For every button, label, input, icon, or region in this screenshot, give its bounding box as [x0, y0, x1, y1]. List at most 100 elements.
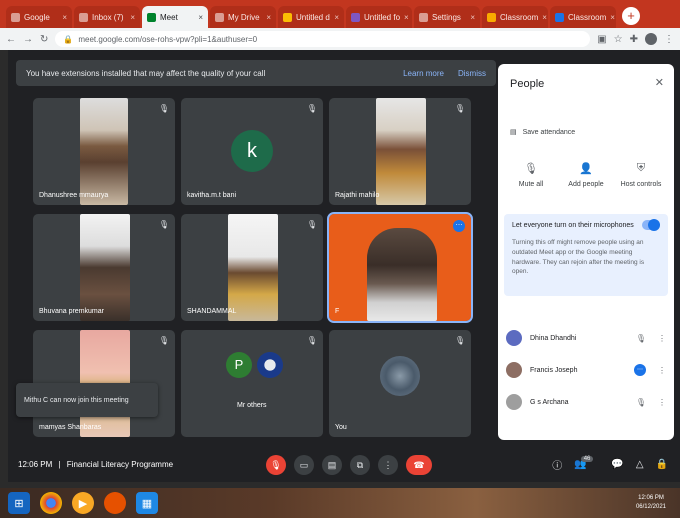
list-item[interactable]: G s Archana 🎙 ⋮: [506, 386, 666, 418]
forward-icon[interactable]: →: [23, 34, 33, 45]
close-tab-icon[interactable]: ×: [198, 13, 203, 22]
meeting-control-bar: 12:06 PM | Financial Literacy Programme …: [8, 447, 680, 482]
participant-name: Dhanushree mmaurya: [39, 192, 109, 199]
participant-video: [80, 98, 128, 205]
firefox-icon[interactable]: [104, 492, 126, 514]
add-people-button[interactable]: 👤 Add people: [563, 162, 609, 188]
close-tab-icon[interactable]: ×: [470, 13, 475, 22]
browser-tab[interactable]: Settings ×: [414, 6, 480, 28]
mute-all-button[interactable]: 🎙 Mute all: [508, 162, 554, 188]
meeting-info: 12:06 PM | Financial Literacy Programme: [18, 460, 174, 469]
system-clock[interactable]: 12:06 PM 06/12/2021: [636, 494, 666, 512]
list-item[interactable]: Francis Joseph ⋯ ⋮: [506, 354, 666, 386]
browser-tab[interactable]: Google ×: [6, 6, 72, 28]
document-icon: ▤: [510, 129, 517, 136]
participant-tile-self[interactable]: 🎙 You: [329, 330, 471, 437]
participant-tile[interactable]: P 🎙 Mr others: [181, 330, 323, 437]
participant-avatar: k: [231, 130, 273, 172]
microphone-toggle[interactable]: [642, 219, 660, 231]
people-panel: People ✕ ▤ Save attendance 🎙 Mute all 👤 Ad…: [498, 64, 674, 440]
participant-tile-active-speaker[interactable]: ⋯ F: [327, 212, 473, 323]
participant-video: [376, 98, 426, 205]
toast-text: Mithu C can now join this meeting: [24, 396, 129, 404]
microphone-permission-card: Let everyone turn on their microphones T…: [504, 214, 668, 296]
close-tab-icon[interactable]: ×: [266, 13, 271, 22]
dismiss-button[interactable]: Dismiss: [458, 69, 486, 78]
panel-actions: 🎙 Mute all 👤 Add people ⛨ Host controls: [508, 162, 664, 188]
list-item[interactable]: Dhina Dhandhi 🎙 ⋮: [506, 322, 666, 354]
chrome-icon[interactable]: [40, 492, 62, 514]
person-add-icon: 👤: [579, 163, 593, 175]
speaking-indicator-icon: ⋯: [453, 220, 465, 232]
participant-name: mamyas Shanbaras: [39, 424, 102, 431]
browser-tab[interactable]: Classroom ×: [482, 6, 548, 28]
info-icon[interactable]: ⓘ: [552, 457, 562, 472]
participant-tile[interactable]: k 🎙 kavitha.m.t bani: [181, 98, 323, 205]
docs-icon: [283, 12, 292, 22]
participant-tile[interactable]: 🎙 Bhuvana premkumar: [33, 214, 175, 321]
browser-tab[interactable]: My Drive ×: [210, 6, 276, 28]
more-options-button[interactable]: ⋮: [378, 454, 398, 475]
leave-call-button[interactable]: ☎: [406, 454, 432, 475]
new-tab-button[interactable]: +: [622, 7, 640, 25]
present-button[interactable]: ⧉: [350, 454, 370, 475]
participant-name: F: [335, 308, 340, 315]
save-attendance-button[interactable]: ▤ Save attendance: [510, 128, 575, 137]
mic-muted-icon: 🎙: [158, 220, 169, 229]
address-bar[interactable]: 🔒 meet.google.com/ose-rohs-vpw?pli=1&aut…: [55, 31, 591, 47]
menu-icon[interactable]: ⋮: [664, 34, 674, 45]
close-tab-icon[interactable]: ×: [610, 13, 615, 22]
participant-list: Dhina Dhandhi 🎙 ⋮ Francis Joseph ⋯ ⋮ G s A…: [506, 322, 666, 418]
star-icon[interactable]: ☆: [614, 34, 623, 45]
classroom-icon: [487, 12, 496, 22]
camera-permission-icon[interactable]: ▣: [597, 34, 606, 45]
start-button[interactable]: ⊞: [8, 492, 30, 514]
extensions-icon[interactable]: ✚: [630, 34, 638, 45]
shield-icon: ⛨: [636, 162, 646, 174]
browser-tab-active[interactable]: Meet ×: [142, 6, 208, 28]
close-tab-icon[interactable]: ×: [334, 13, 339, 22]
people-icon[interactable]: 👥46: [574, 456, 599, 470]
reload-icon[interactable]: ↻: [40, 34, 48, 45]
banner-text: You have extensions installed that may a…: [26, 68, 266, 78]
learn-more-link[interactable]: Learn more: [403, 69, 444, 78]
captions-button[interactable]: ▤: [322, 454, 342, 475]
activities-icon[interactable]: △: [636, 459, 644, 470]
browser-tab[interactable]: Classroom ×: [550, 6, 616, 28]
camera-toggle-button[interactable]: ▭: [294, 454, 314, 475]
browser-tab[interactable]: Untitled fo ×: [346, 6, 412, 28]
more-options-icon[interactable]: ⋮: [658, 398, 666, 407]
browser-toolbar: ← → ↻ 🔒 meet.google.com/ose-rohs-vpw?pli…: [0, 28, 680, 50]
lock-icon: 🔒: [63, 34, 74, 44]
more-options-icon[interactable]: ⋮: [658, 334, 666, 343]
browser-tab[interactable]: Inbox (7) ×: [74, 6, 140, 28]
explorer-icon[interactable]: ▦: [136, 492, 158, 514]
close-tab-icon[interactable]: ×: [62, 13, 67, 22]
speaking-indicator-icon: ⋯: [634, 364, 646, 376]
host-controls-button[interactable]: ⛨ Host controls: [618, 162, 664, 188]
forms-icon: [351, 12, 360, 22]
settings-icon: [419, 12, 428, 22]
close-tab-icon[interactable]: ×: [130, 13, 135, 22]
back-icon[interactable]: ←: [6, 34, 16, 45]
chat-icon[interactable]: 💬: [611, 459, 623, 470]
extension-warning-banner: You have extensions installed that may a…: [16, 60, 496, 86]
browser-tab[interactable]: Untitled d ×: [278, 6, 344, 28]
mic-muted-icon: 🎙: [158, 104, 169, 113]
more-options-icon[interactable]: ⋮: [658, 366, 666, 375]
url-text: meet.google.com/ose-rohs-vpw?pli=1&authu…: [78, 34, 258, 44]
mic-toggle-button[interactable]: 🎙: [266, 454, 286, 475]
participant-name: kavitha.m.t bani: [187, 192, 237, 199]
close-tab-icon[interactable]: ×: [404, 13, 409, 22]
participant-name: SHANDAMMAL: [187, 308, 237, 315]
media-player-icon[interactable]: ▶: [72, 492, 94, 514]
profile-avatar[interactable]: [645, 33, 657, 45]
lock-icon[interactable]: 🔒: [656, 459, 668, 470]
close-icon[interactable]: ✕: [655, 76, 664, 89]
close-tab-icon[interactable]: ×: [542, 13, 547, 22]
participant-tile[interactable]: 🎙 Dhanushree mmaurya: [33, 98, 175, 205]
windows-taskbar: ⊞ ▶ ▦ 12:06 PM 06/12/2021: [0, 488, 680, 518]
participant-tile[interactable]: 🎙 Rajathi mahilo: [329, 98, 471, 205]
mic-muted-icon: 🎙: [158, 336, 169, 345]
participant-tile[interactable]: 🎙 SHANDAMMAL: [181, 214, 323, 321]
